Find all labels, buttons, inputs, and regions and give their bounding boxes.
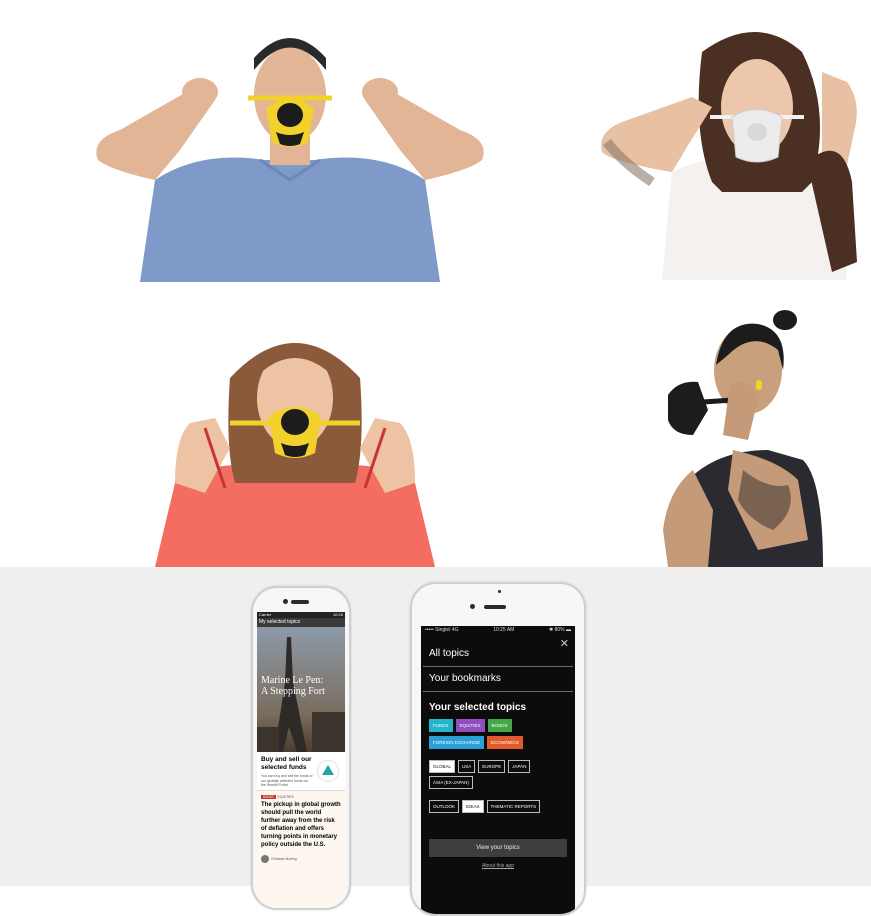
topic-chip-groups: FUNDS EQUITIES BONDS FOREIGN EXCHANGE ECONOM… <box>421 717 575 815</box>
tag-ideas[interactable]: IDEAS <box>261 794 276 799</box>
topic-chip[interactable]: GLOBAL <box>429 760 456 773</box>
about-app-link[interactable]: About this app <box>421 863 575 869</box>
quote-author: Christian Nolting <box>257 854 345 863</box>
phone-speaker <box>484 605 506 609</box>
phone-speaker <box>291 600 309 604</box>
status-carrier: ••••• Singtel 4G <box>425 627 459 633</box>
phone-right: ••••• Singtel 4G 10:25 AM ✱ 80% ▬ ✕ All … <box>410 582 586 916</box>
photo-woman-yellow-mask <box>135 318 455 567</box>
nav-label: My selected topics <box>259 619 301 625</box>
topic-chip[interactable]: BONDS <box>487 719 512 732</box>
chip-spacer <box>421 751 575 758</box>
funds-card[interactable]: Buy and sell our selected funds You can … <box>257 752 345 791</box>
close-icon[interactable]: ✕ <box>560 637 569 650</box>
phone-left: Carrier 10:25 My selected topics Marine … <box>251 586 351 910</box>
photo-man-yellow-mask <box>80 20 500 282</box>
topic-chip[interactable]: FOREIGN EXCHANGE <box>429 736 485 749</box>
status-battery: ✱ 80% ▬ <box>549 627 571 633</box>
topic-chip[interactable]: OUTLOOK <box>429 800 460 813</box>
hero-article[interactable]: Marine Le Pen: A Stepping Fort <box>257 627 345 752</box>
quote-text[interactable]: The pickup in global growth should pull … <box>257 799 345 851</box>
phone-camera <box>283 599 288 604</box>
phone-sensor <box>498 590 501 593</box>
topics-menu-screen: ••••• Singtel 4G 10:25 AM ✱ 80% ▬ ✕ All … <box>421 626 575 914</box>
topic-chip[interactable]: EUROPE <box>478 760 506 773</box>
man-yellow-mask-illustration <box>96 38 484 282</box>
topic-chip[interactable]: USA <box>458 760 476 773</box>
photo-woman-white-mask <box>592 12 868 280</box>
chip-group: GLOBAL USA EUROPE JAPAN ASIA (EX-JAPAN) <box>421 758 575 791</box>
chip-group: FUNDS EQUITIES BONDS <box>421 717 575 734</box>
selected-topics-heading: Your selected topics <box>429 702 527 713</box>
menu-bookmarks[interactable]: Your bookmarks <box>423 667 573 692</box>
topic-chip[interactable]: THEMATIC REPORTS <box>486 800 541 813</box>
topic-chip[interactable]: JAPAN <box>508 760 531 773</box>
photo-grid <box>0 0 871 567</box>
status-bar: ••••• Singtel 4G 10:25 AM ✱ 80% ▬ <box>421 626 575 634</box>
status-time: 10:25 AM <box>493 627 515 633</box>
topic-chip[interactable]: FUNDS <box>429 719 453 732</box>
topic-chip[interactable]: IDEAS <box>462 800 484 813</box>
woman-white-mask-illustration <box>601 32 857 280</box>
chip-group: FOREIGN EXCHANGE ECONOMICS <box>421 734 575 751</box>
phone-camera <box>470 604 475 609</box>
chip-group: OUTLOOK IDEAS THEMATIC REPORTS <box>421 798 575 815</box>
card-body: You can buy and sell the funds of our gl… <box>261 774 313 787</box>
woman-yellow-mask-illustration <box>155 343 435 567</box>
status-time: 10:25 <box>332 612 343 617</box>
man-black-mask-illustration <box>663 310 823 567</box>
triangle-logo-icon <box>317 760 339 782</box>
topic-chip[interactable]: EQUITIES <box>455 719 485 732</box>
phone-left-screen: Carrier 10:25 My selected topics Marine … <box>257 612 345 908</box>
topic-chip[interactable]: ASIA (EX-JAPAN) <box>429 776 473 789</box>
menu-all-topics[interactable]: All topics <box>423 642 573 667</box>
chip-spacer <box>421 791 575 798</box>
topic-chip[interactable]: ECONOMICS <box>487 736 523 749</box>
hero-title: Marine Le Pen: A Stepping Fort <box>261 675 325 697</box>
tag-meta: EQUITIES <box>277 794 294 799</box>
nav-bar[interactable]: My selected topics <box>257 618 345 627</box>
card-title: Buy and sell our selected funds <box>261 756 312 771</box>
photo-man-black-mask <box>638 310 833 567</box>
view-topics-button[interactable]: View your topics <box>429 839 567 857</box>
